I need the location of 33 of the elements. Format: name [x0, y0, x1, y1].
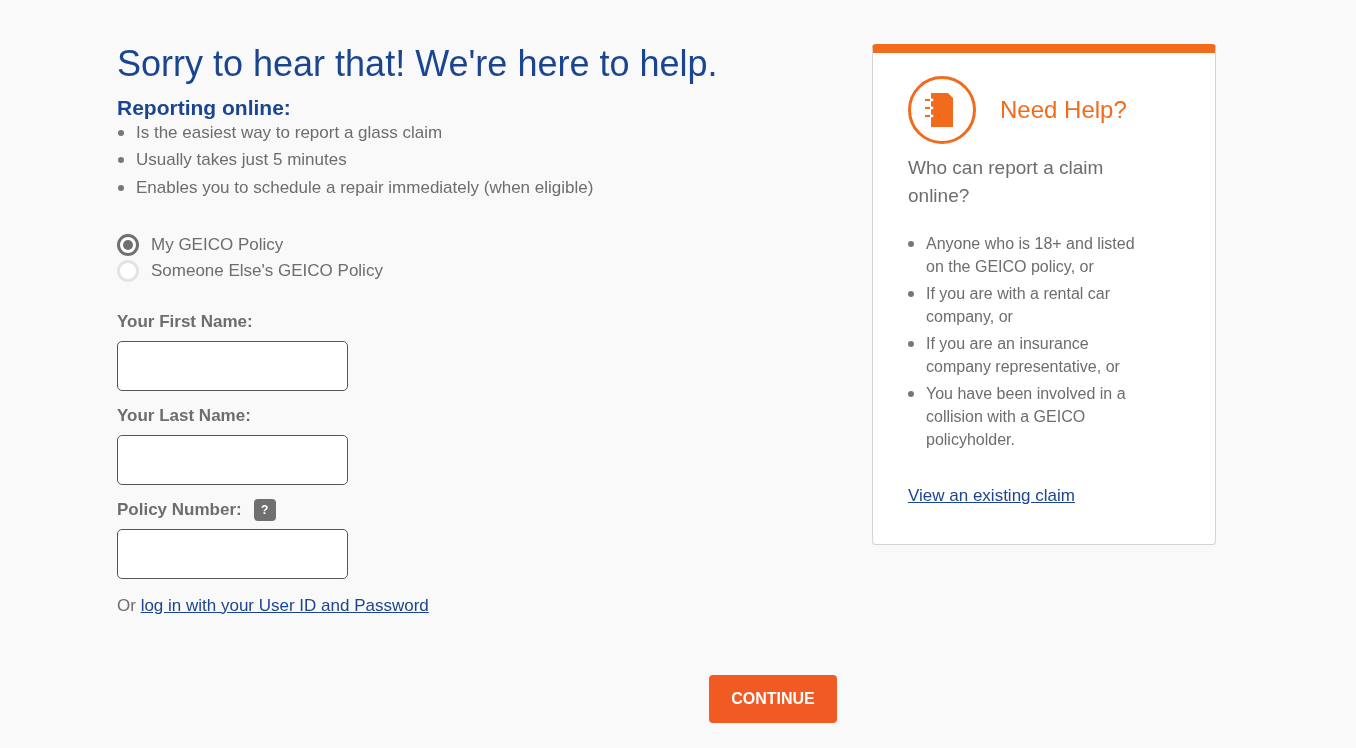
bullet-icon [908, 291, 914, 297]
help-bullet-text: If you are an insurance company representative, or [926, 334, 1121, 377]
text-input-field[interactable] [117, 434, 348, 485]
login-link[interactable]: log in with your User ID and Password [140, 595, 429, 615]
bullet-icon [118, 157, 124, 164]
continue-button[interactable]: CONTINUE [709, 674, 837, 723]
bullet-text: Usually takes just 5 minutes [136, 149, 347, 172]
help-badge[interactable]: ? [253, 498, 276, 521]
page-title: Sorry to hear that! We're here to help. [117, 44, 718, 84]
text-input-field[interactable] [117, 528, 348, 579]
help-title: Need Help? [1000, 95, 1127, 125]
help-bullet-text: If you are with a rental car company, or [926, 284, 1112, 327]
notebook-icon [908, 76, 976, 144]
login-prompt: Or log in with your User ID and Password [117, 594, 429, 617]
text-input-field[interactable] [117, 340, 348, 391]
bullet-icon [118, 129, 124, 136]
help-question: Who can report a claim online? [908, 156, 1105, 208]
radio-icon[interactable] [117, 233, 139, 256]
radio-label[interactable]: My GEICO Policy [151, 231, 284, 258]
bullet-text: Is the easiest way to report a glass claim [136, 121, 443, 144]
help-bullet-text: You have been involved in a collision with a GEICO policyholder. [926, 384, 1127, 450]
help-bullet-text: Anyone who is 18+ and listed on the GEICO policy, or [926, 234, 1136, 277]
field-label: Your Last Name: [117, 404, 251, 427]
bullet-text: Enables you to schedule a repair immediately (when eligible) [136, 176, 594, 199]
bullet-icon [908, 241, 914, 247]
section-heading: Reporting online: [117, 95, 291, 121]
bullet-icon [118, 184, 124, 191]
bullet-icon [908, 391, 914, 397]
field-label: Policy Number: [117, 498, 242, 521]
bullet-icon [908, 341, 914, 347]
view-claim-link[interactable]: View an existing claim [908, 483, 1075, 509]
radio-label[interactable]: Someone Else's GEICO Policy [151, 257, 383, 284]
field-label: Your First Name: [117, 310, 253, 333]
